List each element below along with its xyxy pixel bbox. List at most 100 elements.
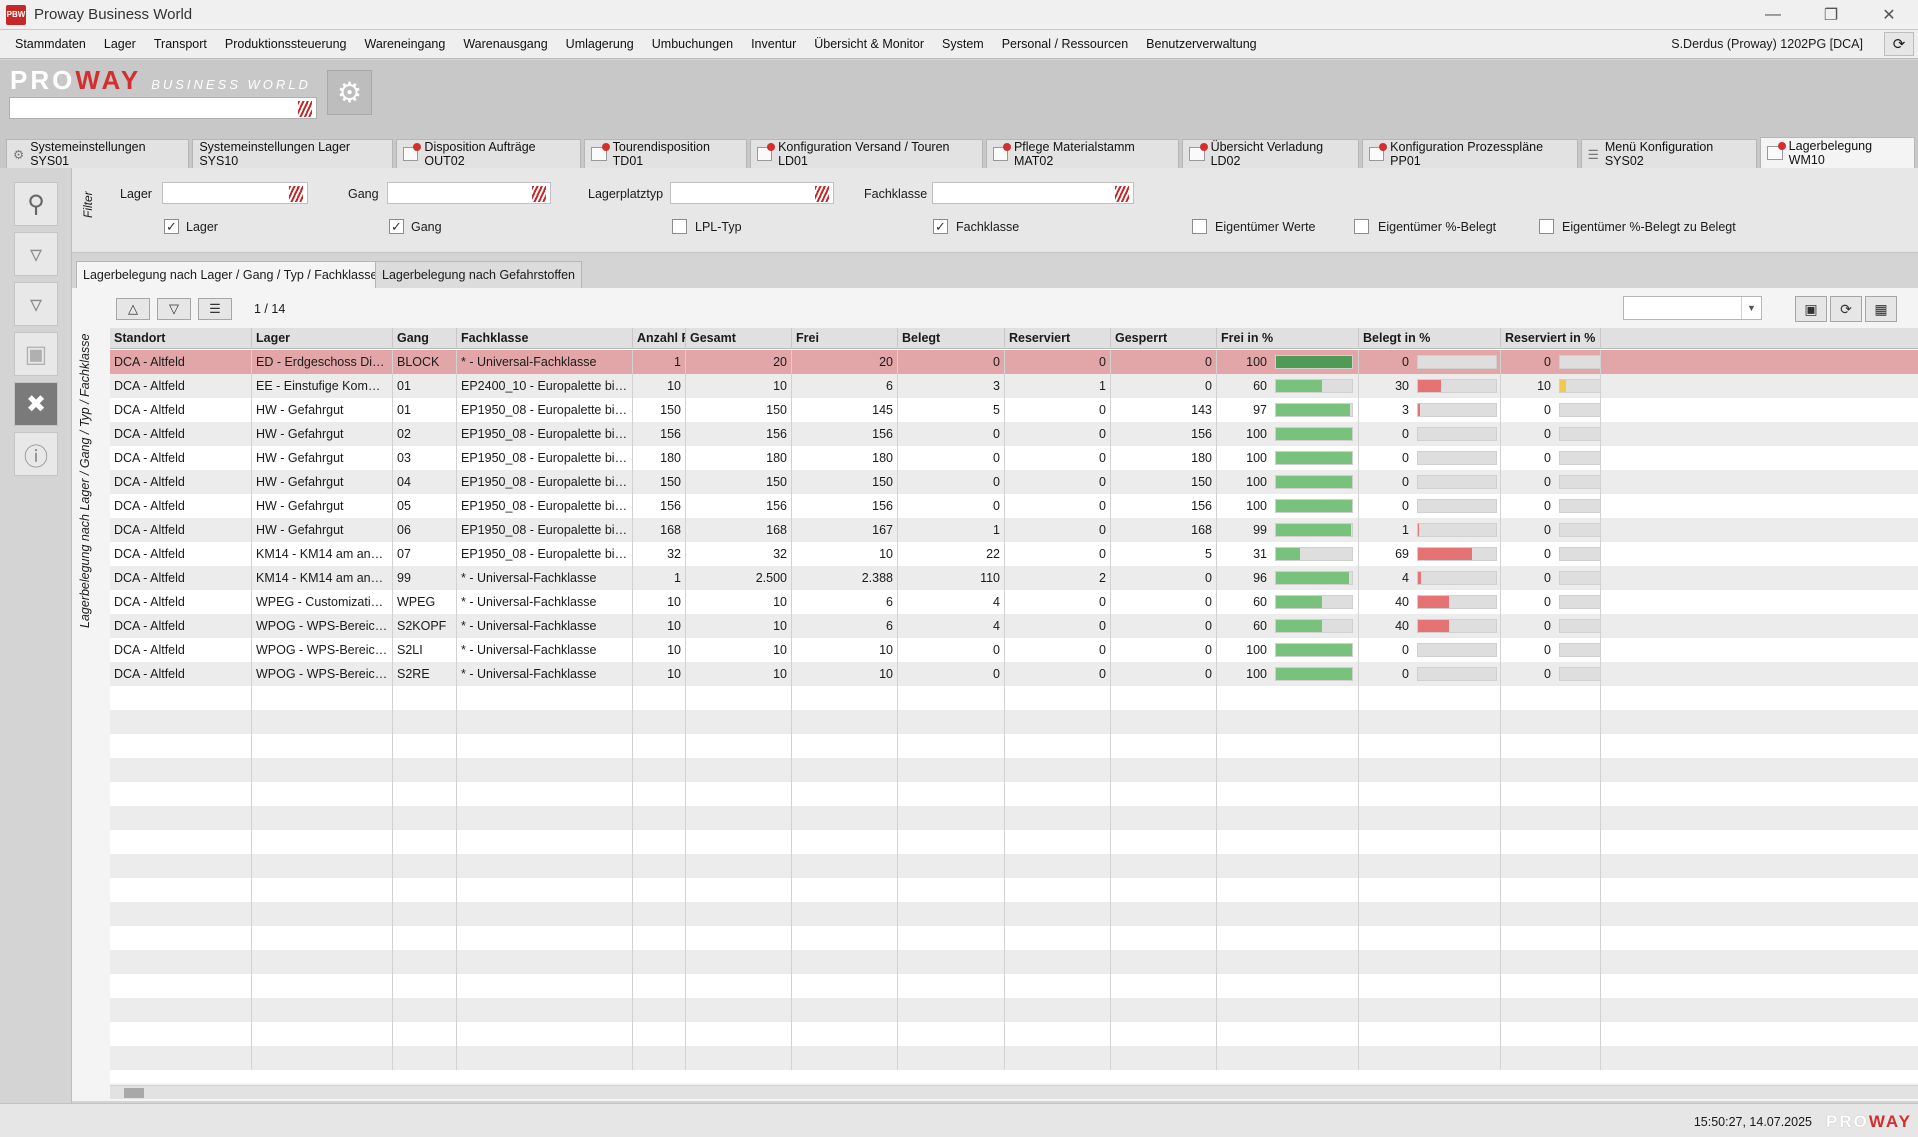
columns-icon[interactable]: ▦ (1865, 296, 1897, 322)
table-row[interactable]: DCA - AltfeldWPOG - WPS-Bereich im Ob...… (110, 614, 1918, 638)
tab-td01[interactable]: Tourendisposition TD01 (584, 139, 747, 168)
table-row[interactable] (110, 950, 1918, 974)
close-button[interactable]: ✕ (1860, 0, 1918, 29)
subtab-gefahrstoffe[interactable]: Lagerbelegung nach Gefahrstoffen (375, 261, 582, 288)
menu-system[interactable]: System (933, 30, 993, 58)
export-icon[interactable]: ☰ (198, 298, 232, 320)
gear-icon[interactable]: ⚙ (327, 70, 372, 115)
table-row[interactable]: DCA - AltfeldWPEG - Customization Cente.… (110, 590, 1918, 614)
refresh-icon[interactable]: ⟳ (1884, 32, 1914, 56)
tab-ld02[interactable]: Übersicht Verladung LD02 (1182, 139, 1359, 168)
table-row[interactable] (110, 902, 1918, 926)
table-row[interactable] (110, 782, 1918, 806)
filter-fachklasse-input[interactable] (932, 182, 1134, 204)
table-row[interactable]: DCA - Altfeld HW - Gefahrgut 01 EP1950_08 -… (110, 398, 1918, 422)
checkbox-eigentuemer-prozent-belegt[interactable] (1354, 219, 1369, 234)
restore-button[interactable]: ❐ (1802, 0, 1860, 29)
table-row[interactable]: DCA - Altfeld HW - Gefahrgut 06 EP1950_08 -… (110, 518, 1918, 542)
table-row[interactable]: DCA - Altfeld HW - Gefahrgut 05 EP1950_08 -… (110, 494, 1918, 518)
table-row[interactable] (110, 974, 1918, 998)
table-row[interactable]: DCA - AltfeldKM14 - KM14 am anderen St..… (110, 542, 1918, 566)
tab-sys10[interactable]: Systemeinstellungen Lager SYS10 (192, 139, 394, 168)
table-row[interactable] (110, 734, 1918, 758)
menu-umlagerung[interactable]: Umlagerung (557, 30, 643, 58)
table-row[interactable] (110, 998, 1918, 1022)
quick-search-input[interactable] (9, 97, 317, 119)
subtab-lager-gang-typ[interactable]: Lagerbelegung nach Lager / Gang / Typ / … (76, 261, 385, 288)
table-row[interactable] (110, 686, 1918, 710)
col-anzahl-faecher[interactable]: Anzahl F. (633, 328, 686, 349)
table-row[interactable] (110, 926, 1918, 950)
checkbox-fachklasse[interactable]: ✓ (933, 219, 948, 234)
menu-warenausgang[interactable]: Warenausgang (454, 30, 556, 58)
filter-gang-input[interactable] (387, 182, 551, 204)
collapse-all-icon[interactable]: △ (116, 298, 150, 320)
menu-umbuchungen[interactable]: Umbuchungen (643, 30, 742, 58)
table-row[interactable]: DCA - AltfeldWPOG - WPS-Bereich im Ob...… (110, 662, 1918, 686)
table-row[interactable] (110, 854, 1918, 878)
menu-benutzerverwaltung[interactable]: Benutzerverwaltung (1137, 30, 1265, 58)
tab-ld01[interactable]: Konfiguration Versand / Touren LD01 (749, 139, 983, 168)
col-reserviert-prozent[interactable]: Reserviert in % (1501, 328, 1601, 349)
menu-wareneingang[interactable]: Wareneingang (356, 30, 455, 58)
search-icon[interactable]: ⚲ (14, 182, 58, 226)
table-row[interactable] (110, 1022, 1918, 1046)
col-frei-prozent[interactable]: Frei in % (1217, 328, 1359, 349)
checkbox-gang[interactable]: ✓ (389, 219, 404, 234)
col-frei[interactable]: Frei (792, 328, 898, 349)
table-row[interactable] (110, 710, 1918, 734)
table-row[interactable] (110, 878, 1918, 902)
info-icon[interactable]: ⓘ (14, 432, 58, 476)
col-gang[interactable]: Gang (393, 328, 457, 349)
table-row[interactable]: DCA - Altfeld HW - Gefahrgut 04 EP1950_08 -… (110, 470, 1918, 494)
save-layout-icon[interactable]: ▣ (1795, 296, 1827, 322)
tab-out02[interactable]: Disposition Aufträge OUT02 (396, 139, 582, 168)
table-row[interactable] (110, 830, 1918, 854)
table-row[interactable]: DCA - Altfeld ED - Erdgeschoss Display BLO… (110, 350, 1918, 374)
menu-uebersicht-monitor[interactable]: Übersicht & Monitor (805, 30, 933, 58)
expand-all-icon[interactable]: ▽ (157, 298, 191, 320)
filter-lagerplatztyp-input[interactable] (670, 182, 834, 204)
menu-transport[interactable]: Transport (145, 30, 216, 58)
table-row[interactable] (110, 758, 1918, 782)
tab-wm10[interactable]: Lagerbelegung WM10 (1760, 137, 1915, 168)
menu-inventur[interactable]: Inventur (742, 30, 805, 58)
tab-pp01[interactable]: Konfiguration Prozesspläne PP01 (1361, 139, 1578, 168)
table-row[interactable]: DCA - Altfeld HW - Gefahrgut 03 EP1950_08 -… (110, 446, 1918, 470)
table-row[interactable] (110, 1046, 1918, 1070)
table-row[interactable]: DCA - Altfeld HW - Gefahrgut 02 EP1950_08 -… (110, 422, 1918, 446)
tab-mat02[interactable]: Pflege Materialstamm MAT02 (985, 139, 1180, 168)
col-reserviert[interactable]: Reserviert (1005, 328, 1111, 349)
menu-personal-ressourcen[interactable]: Personal / Ressourcen (993, 30, 1137, 58)
checkbox-lager[interactable]: ✓ (164, 219, 179, 234)
col-standort[interactable]: Standort (110, 328, 252, 349)
table-row[interactable] (110, 806, 1918, 830)
table-row[interactable]: DCA - AltfeldEE - Einstufige Kommissioni… (110, 374, 1918, 398)
tab-sys01[interactable]: ⚙ Systemeinstellungen SYS01 (6, 139, 190, 168)
layout-select[interactable]: ▼ (1623, 296, 1762, 320)
filter-clear-icon[interactable]: ▿ (14, 232, 58, 276)
filter-edit-icon[interactable]: ▿ (14, 282, 58, 326)
col-belegt-prozent[interactable]: Belegt in % (1359, 328, 1501, 349)
col-fachklasse[interactable]: Fachklasse (457, 328, 633, 349)
reload-icon[interactable]: ⟳ (1830, 296, 1862, 322)
menu-produktionssteuerung[interactable]: Produktionssteuerung (216, 30, 356, 58)
menu-lager[interactable]: Lager (95, 30, 145, 58)
filter-lager-input[interactable] (162, 182, 308, 204)
checkbox-eigentuemer-prozent-belegt-zu-belegt[interactable] (1539, 219, 1554, 234)
horizontal-scrollbar[interactable] (110, 1085, 1918, 1099)
checkbox-lpl-typ[interactable] (672, 219, 687, 234)
table-row[interactable]: DCA - AltfeldWPOG - WPS-Bereich im Ob...… (110, 638, 1918, 662)
tab-sys02[interactable]: ☰ Menü Konfiguration SYS02 (1580, 139, 1758, 168)
col-lager[interactable]: Lager (252, 328, 393, 349)
col-gesamt[interactable]: Gesamt (686, 328, 792, 349)
table-row[interactable]: DCA - AltfeldKM14 - KM14 am anderen St..… (110, 566, 1918, 590)
col-belegt[interactable]: Belegt (898, 328, 1005, 349)
save-icon[interactable]: ▣ (14, 332, 58, 376)
col-gesperrt[interactable]: Gesperrt (1111, 328, 1217, 349)
menu-stammdaten[interactable]: Stammdaten (0, 30, 95, 58)
minimize-button[interactable]: — (1744, 0, 1802, 29)
checkbox-eigentuemer-werte[interactable] (1192, 219, 1207, 234)
close-icon[interactable]: ✖ (14, 382, 58, 426)
scroll-thumb[interactable] (124, 1088, 144, 1098)
